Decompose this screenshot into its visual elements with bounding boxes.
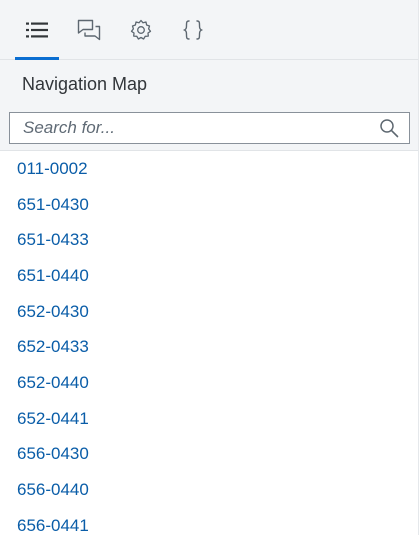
tab-settings[interactable] <box>115 0 167 59</box>
nav-link[interactable]: 656-0440 <box>17 480 89 500</box>
search-input[interactable] <box>23 114 375 142</box>
navigation-list: 011-0002 651-0430 651-0433 651-0440 652-… <box>0 151 418 535</box>
tab-navigation[interactable] <box>11 0 63 60</box>
page-title: Navigation Map <box>22 73 148 94</box>
list-icon <box>26 22 48 37</box>
tab-code[interactable] <box>167 0 219 59</box>
nav-link[interactable]: 652-0440 <box>17 373 89 393</box>
nav-link[interactable]: 651-0430 <box>17 195 89 215</box>
list-item: 651-0430 <box>0 187 418 223</box>
nav-link[interactable]: 651-0440 <box>17 266 89 286</box>
gear-icon <box>130 19 152 40</box>
list-item: 652-0433 <box>0 329 418 365</box>
list-item: 651-0440 <box>0 258 418 294</box>
nav-link[interactable]: 651-0433 <box>17 230 89 250</box>
braces-icon <box>182 19 204 40</box>
nav-link[interactable]: 656-0430 <box>17 444 89 464</box>
navigation-panel: Navigation Map 011-0002 651-0430 651-043… <box>0 0 419 535</box>
list-item: 656-0430 <box>0 437 418 473</box>
list-item: 652-0430 <box>0 294 418 330</box>
search-icon <box>380 119 399 138</box>
comment-icon <box>77 19 101 40</box>
list-item: 011-0002 <box>0 151 418 187</box>
nav-link[interactable]: 011-0002 <box>17 159 88 179</box>
tab-comments[interactable] <box>63 0 115 59</box>
search-field[interactable] <box>9 112 410 144</box>
list-item: 656-0441 <box>0 508 418 535</box>
nav-link[interactable]: 652-0441 <box>17 409 89 429</box>
list-item: 652-0440 <box>0 365 418 401</box>
list-item: 652-0441 <box>0 401 418 437</box>
navigation-header: Navigation Map <box>0 60 418 108</box>
search-button[interactable] <box>375 114 403 142</box>
list-item: 656-0440 <box>0 472 418 508</box>
toolbar <box>0 0 418 60</box>
search-bar <box>0 108 418 151</box>
nav-link[interactable]: 652-0430 <box>17 302 89 322</box>
nav-link[interactable]: 656-0441 <box>17 516 89 535</box>
list-item: 651-0433 <box>0 222 418 258</box>
nav-link[interactable]: 652-0433 <box>17 337 89 357</box>
